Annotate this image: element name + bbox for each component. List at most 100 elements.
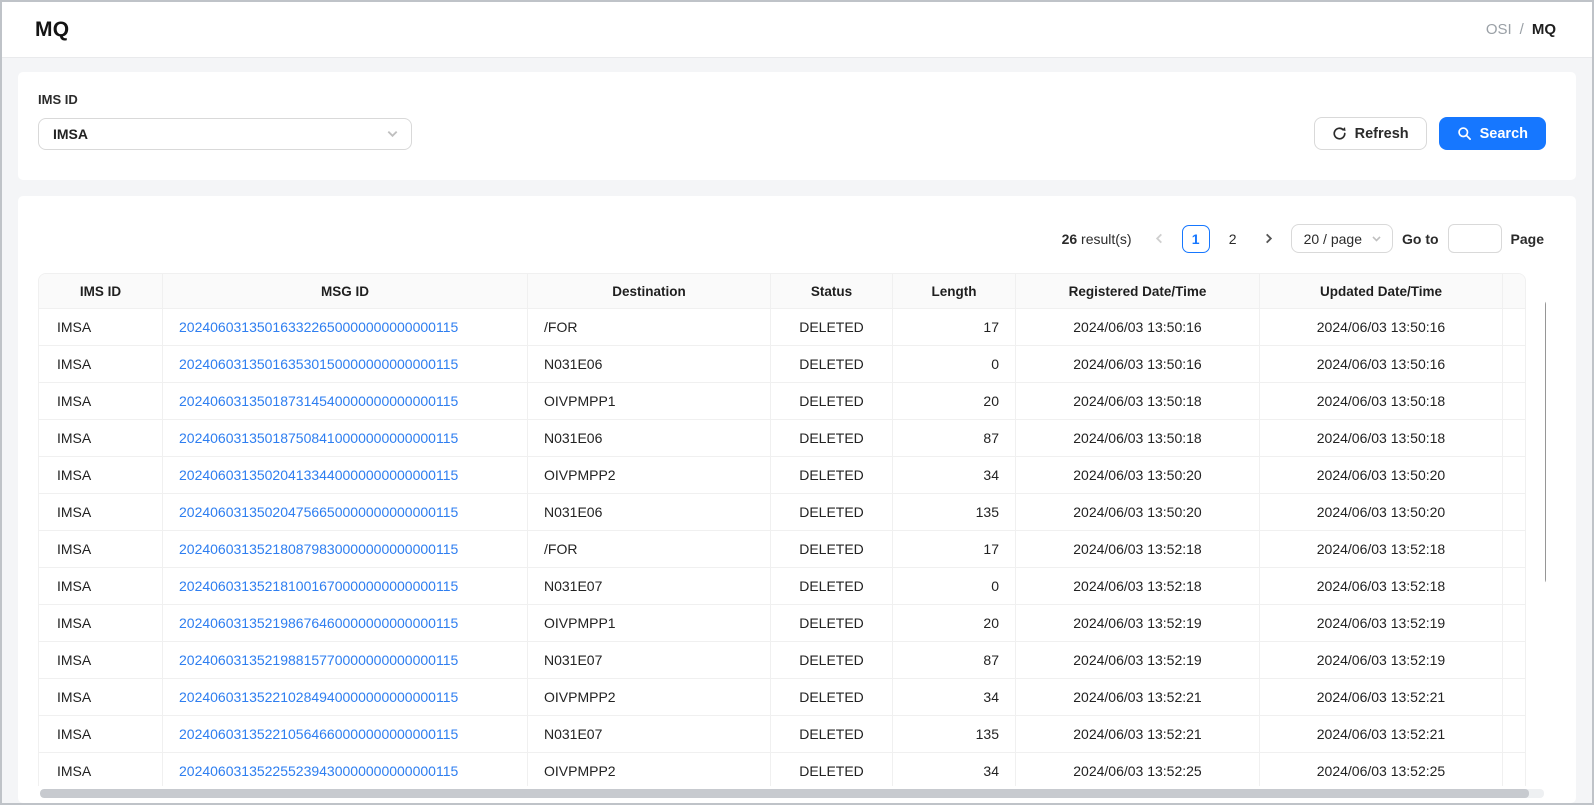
cell-ims-id: IMSA [39,494,163,531]
cell-spacer [1503,309,1526,346]
page-number-1[interactable]: 1 [1182,225,1210,253]
cell-ims-id: IMSA [39,457,163,494]
cell-ims-id: IMSA [39,605,163,642]
cell-length: 0 [893,568,1016,605]
cell-destination: OIVPMPP2 [528,753,771,786]
cell-status: DELETED [771,383,893,420]
cell-registered: 2024/06/03 13:50:16 [1016,346,1260,383]
cell-status: DELETED [771,420,893,457]
table-row: IMSA 20240603135020475665000000000000011… [39,494,1525,531]
msg-id-link[interactable]: 202406031352198676460000000000000115 [179,615,458,631]
cell-length: 20 [893,605,1016,642]
cell-updated: 2024/06/03 13:52:25 [1260,753,1503,786]
scroll-down-icon[interactable]: ▼ [1540,768,1546,782]
msg-id-link[interactable]: 202406031350187314540000000000000115 [179,393,458,409]
pagination: 26 result(s) 1 2 20 / page Go to Page [38,224,1546,253]
cell-length: 34 [893,457,1016,494]
cell-spacer [1503,716,1526,753]
msg-id-link[interactable]: 202406031352180879830000000000000115 [179,541,458,557]
prev-page-button[interactable] [1147,225,1173,253]
cell-status: DELETED [771,457,893,494]
msg-id-link[interactable]: 202406031352255239430000000000000115 [179,763,458,779]
msg-id-link[interactable]: 202406031350187508410000000000000115 [179,430,458,446]
cell-destination: OIVPMPP2 [528,457,771,494]
msg-id-link[interactable]: 202406031352210284940000000000000115 [179,689,458,705]
cell-length: 135 [893,494,1016,531]
cell-status: DELETED [771,309,893,346]
cell-registered: 2024/06/03 13:52:25 [1016,753,1260,786]
horizontal-scrollbar[interactable] [40,789,1544,798]
column-header-status: Status [771,274,893,309]
refresh-button-label: Refresh [1355,126,1409,142]
cell-status: DELETED [771,531,893,568]
chevron-right-icon [1263,233,1274,244]
cell-spacer [1503,494,1526,531]
cell-registered: 2024/06/03 13:50:16 [1016,309,1260,346]
chevron-left-icon [1154,233,1165,244]
ims-id-select[interactable]: IMSA [38,118,412,150]
cell-spacer [1503,753,1526,786]
cell-length: 17 [893,531,1016,568]
cell-ims-id: IMSA [39,716,163,753]
cell-spacer [1503,383,1526,420]
cell-spacer [1503,457,1526,494]
cell-updated: 2024/06/03 13:52:18 [1260,568,1503,605]
cell-ims-id: IMSA [39,568,163,605]
cell-ims-id: IMSA [39,420,163,457]
cell-status: DELETED [771,346,893,383]
table-header-row: IMS ID MSG ID Destination Status Length … [39,274,1525,309]
breadcrumb-item-mq: MQ [1532,21,1556,38]
cell-updated: 2024/06/03 13:52:21 [1260,679,1503,716]
page-title: MQ [35,18,69,42]
cell-length: 34 [893,679,1016,716]
cell-status: DELETED [771,753,893,786]
breadcrumb-separator: / [1520,21,1524,38]
next-page-button[interactable] [1256,225,1282,253]
page-size-select[interactable]: 20 / page [1291,224,1393,253]
chevron-down-icon [1371,233,1382,244]
table-row: IMSA 20240603135219881577000000000000011… [39,642,1525,679]
cell-length: 34 [893,753,1016,786]
msg-id-link[interactable]: 202406031352181001670000000000000115 [179,578,458,594]
refresh-button[interactable]: Refresh [1314,117,1427,150]
goto-page-input[interactable] [1448,224,1502,253]
column-header-destination: Destination [528,274,771,309]
cell-status: DELETED [771,642,893,679]
cell-ims-id: IMSA [39,753,163,786]
cell-spacer [1503,346,1526,383]
cell-length: 135 [893,716,1016,753]
cell-updated: 2024/06/03 13:52:19 [1260,605,1503,642]
cell-registered: 2024/06/03 13:50:18 [1016,383,1260,420]
search-button[interactable]: Search [1439,117,1546,150]
table-row: IMSA 20240603135016332265000000000000011… [39,309,1525,346]
msg-id-link[interactable]: 202406031352198815770000000000000115 [179,652,458,668]
cell-ims-id: IMSA [39,531,163,568]
scroll-up-icon[interactable]: ▲ [1540,279,1546,293]
vertical-scrollbar[interactable]: ▲ ▼ [1540,273,1546,786]
chevron-down-icon [386,127,399,140]
cell-destination: /FOR [528,531,771,568]
table-zone: IMS ID MSG ID Destination Status Length … [38,273,1546,786]
cell-ims-id: IMSA [39,309,163,346]
results-panel: 26 result(s) 1 2 20 / page Go to Page [18,196,1576,803]
cell-updated: 2024/06/03 13:50:20 [1260,494,1503,531]
cell-destination: /FOR [528,309,771,346]
msg-id-link[interactable]: 202406031350163530150000000000000115 [179,356,458,372]
page-number-2[interactable]: 2 [1219,225,1247,253]
cell-destination: N031E07 [528,716,771,753]
msg-id-link[interactable]: 202406031350204756650000000000000115 [179,504,458,520]
cell-updated: 2024/06/03 13:50:16 [1260,309,1503,346]
cell-updated: 2024/06/03 13:50:18 [1260,420,1503,457]
cell-spacer [1503,568,1526,605]
vertical-scrollbar-thumb[interactable] [1545,300,1546,584]
msg-id-link[interactable]: 202406031350204133440000000000000115 [179,467,458,483]
table-row: IMSA 20240603135218087983000000000000011… [39,531,1525,568]
horizontal-scrollbar-thumb[interactable] [40,789,1529,798]
column-header-registered: Registered Date/Time [1016,274,1260,309]
breadcrumb-item-osi[interactable]: OSI [1486,21,1512,38]
cell-registered: 2024/06/03 13:50:20 [1016,494,1260,531]
msg-id-link[interactable]: 202406031350163322650000000000000115 [179,319,458,335]
results-table: IMS ID MSG ID Destination Status Length … [38,273,1526,786]
cell-updated: 2024/06/03 13:50:16 [1260,346,1503,383]
msg-id-link[interactable]: 202406031352210564660000000000000115 [179,726,458,742]
